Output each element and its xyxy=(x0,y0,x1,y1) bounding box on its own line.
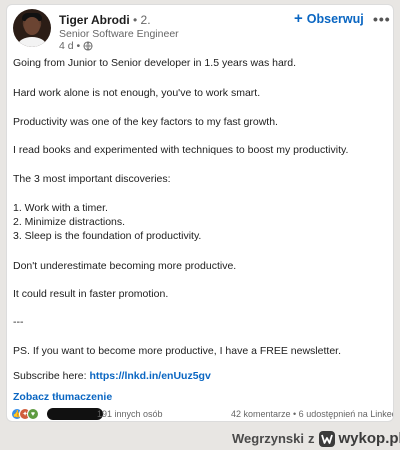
post-meta: 4 d • xyxy=(59,40,93,52)
reaction-icons[interactable]: 👍 ✦ ♥ xyxy=(11,408,39,420)
post-paragraph: The 3 most important discoveries: xyxy=(13,173,171,185)
watermark: Wegrzynski z wykop.pl xyxy=(232,430,400,447)
watermark-connector: z xyxy=(308,431,315,446)
post-paragraph: PS. If you want to become more productiv… xyxy=(13,345,341,357)
more-icon[interactable]: ••• xyxy=(373,11,391,27)
comments-shares-count[interactable]: 42 komentarze • 6 udostępnień na LinkedI… xyxy=(231,409,393,419)
post-card: Tiger Abrodi • 2. Senior Software Engine… xyxy=(6,4,394,422)
globe-icon xyxy=(83,41,93,51)
post-paragraph: It could result in faster promotion. xyxy=(13,288,169,300)
post-list-item: 2. Minimize distractions. xyxy=(13,216,126,228)
redacted-names xyxy=(47,408,103,420)
watermark-bar: Wegrzynski z wykop.pl xyxy=(0,422,400,450)
wykop-logo-icon xyxy=(318,430,335,447)
author-headline: Senior Software Engineer xyxy=(59,28,179,40)
post-separator: --- xyxy=(13,316,24,328)
post-time: 4 d • xyxy=(59,40,81,52)
plus-icon: + xyxy=(294,10,303,27)
wykop-site: wykop.pl xyxy=(338,430,400,447)
support-reaction-icon: ♥ xyxy=(27,408,39,420)
subscribe-label: Subscribe here: xyxy=(13,370,90,382)
post-list-item: 1. Work with a timer. xyxy=(13,202,108,214)
connection-degree: • 2. xyxy=(129,13,151,27)
post-paragraph: Going from Junior to Senior developer in… xyxy=(13,57,297,69)
avatar-face xyxy=(24,17,40,35)
post-paragraph: Productivity was one of the key factors … xyxy=(13,116,278,128)
follow-button[interactable]: + Obserwuj xyxy=(294,10,364,27)
watermark-user: Wegrzynski xyxy=(232,431,305,446)
post-paragraph: Don't underestimate becoming more produc… xyxy=(13,260,237,272)
post-paragraph: Hard work alone is not enough, you've to… xyxy=(13,87,261,99)
post-footer: 👍 ✦ ♥ 191 innych osób 42 komentarze • 6 … xyxy=(7,407,393,421)
newsletter-link[interactable]: https://lnkd.in/enUuz5gv xyxy=(89,370,210,382)
follow-label: Obserwuj xyxy=(306,12,364,26)
avatar-shirt xyxy=(18,37,46,47)
avatar[interactable] xyxy=(13,9,51,47)
post-header: Tiger Abrodi • 2. Senior Software Engine… xyxy=(7,5,393,55)
post-paragraph: I read books and experimented with techn… xyxy=(13,144,349,156)
post-list-item: 3. Sleep is the foundation of productivi… xyxy=(13,230,202,242)
subscribe-line: Subscribe here: https://lnkd.in/enUuz5gv xyxy=(13,370,389,383)
reaction-count[interactable]: 191 innych osób xyxy=(97,409,163,419)
author-line: Tiger Abrodi • 2. xyxy=(59,13,151,27)
author-name[interactable]: Tiger Abrodi xyxy=(59,13,130,27)
translate-link[interactable]: Zobacz tłumaczenie xyxy=(13,391,112,403)
